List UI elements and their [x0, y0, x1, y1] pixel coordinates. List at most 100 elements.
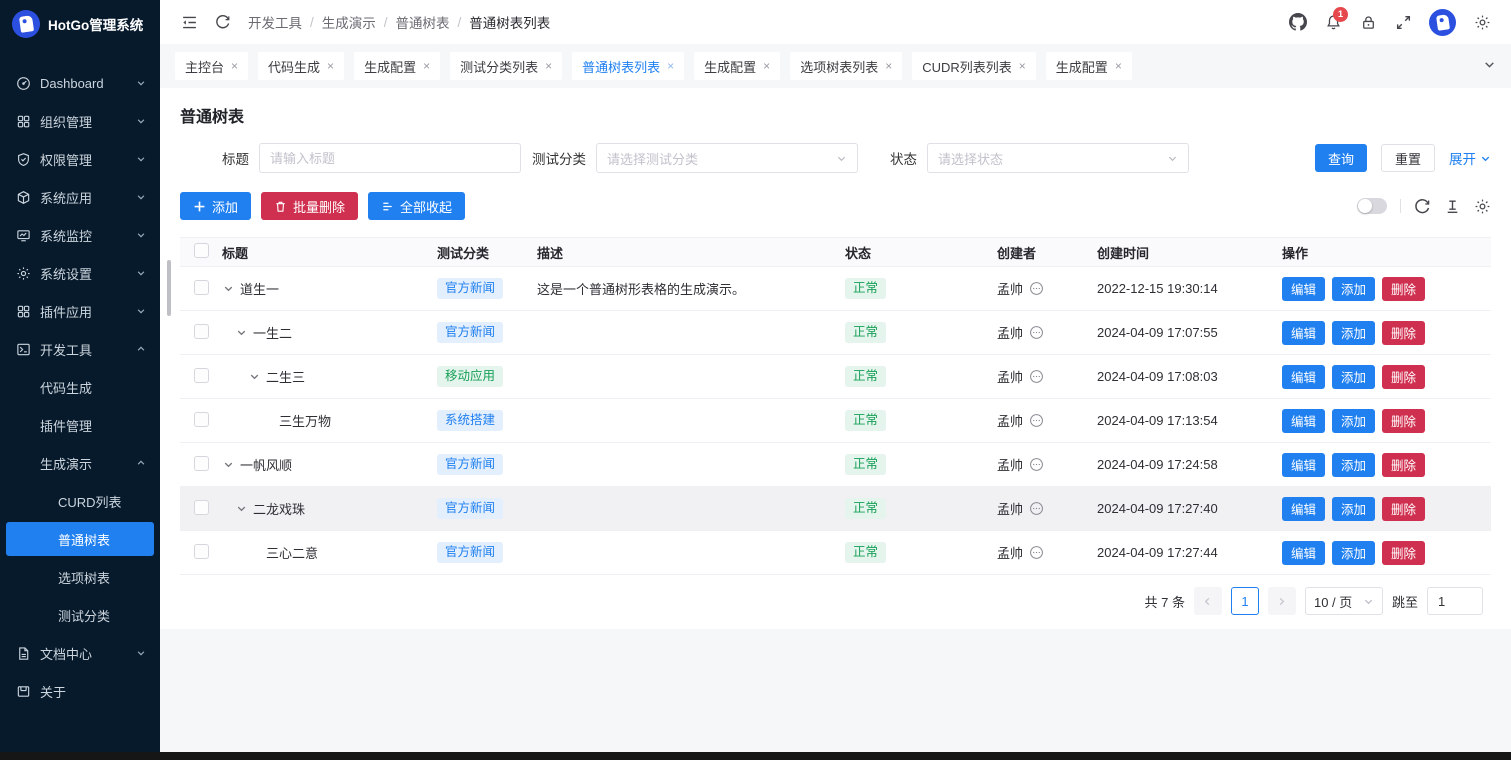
sidebar-item-permission[interactable]: 权限管理 — [0, 140, 160, 178]
tree-expand-chevron-icon[interactable] — [222, 458, 235, 471]
creator-ellipsis-icon[interactable] — [1029, 501, 1044, 516]
tree-expand-chevron-icon[interactable] — [222, 282, 235, 295]
add-child-button[interactable]: 添加 — [1332, 409, 1375, 433]
add-child-button[interactable]: 添加 — [1332, 497, 1375, 521]
close-icon[interactable]: × — [545, 59, 552, 73]
add-child-button[interactable]: 添加 — [1332, 277, 1375, 301]
edit-button[interactable]: 编辑 — [1282, 541, 1325, 565]
delete-button[interactable]: 删除 — [1382, 541, 1425, 565]
tab-option-tree-list[interactable]: 选项树表列表× — [790, 52, 902, 80]
delete-button[interactable]: 删除 — [1382, 409, 1425, 433]
sidebar-item-test-category[interactable]: 测试分类 — [0, 596, 160, 634]
tab-code-gen[interactable]: 代码生成× — [258, 52, 344, 80]
creator-ellipsis-icon[interactable] — [1029, 325, 1044, 340]
sidebar-item-system-app[interactable]: 系统应用 — [0, 178, 160, 216]
tree-expand-chevron-icon[interactable] — [235, 326, 248, 339]
breadcrumb-item[interactable]: 普通树表 — [396, 12, 450, 32]
close-icon[interactable]: × — [327, 59, 334, 73]
title-filter-input[interactable] — [270, 151, 510, 166]
tab-gen-config-1[interactable]: 生成配置× — [354, 52, 440, 80]
user-avatar[interactable] — [1429, 9, 1456, 36]
add-child-button[interactable]: 添加 — [1332, 453, 1375, 477]
column-settings-gear-icon[interactable] — [1474, 198, 1491, 215]
next-page-button[interactable] — [1268, 587, 1296, 615]
delete-button[interactable]: 删除 — [1382, 497, 1425, 521]
creator-ellipsis-icon[interactable] — [1029, 413, 1044, 428]
edit-button[interactable]: 编辑 — [1282, 321, 1325, 345]
row-height-icon[interactable] — [1444, 198, 1461, 215]
jump-to-input[interactable] — [1427, 587, 1483, 615]
close-icon[interactable]: × — [885, 59, 892, 73]
search-button[interactable]: 查询 — [1315, 144, 1367, 172]
creator-ellipsis-icon[interactable] — [1029, 545, 1044, 560]
sidebar-item-settings[interactable]: 系统设置 — [0, 254, 160, 292]
select-all-checkbox[interactable] — [194, 243, 209, 258]
row-checkbox[interactable] — [194, 544, 209, 559]
breadcrumb-item[interactable]: 生成演示 — [322, 12, 376, 32]
row-checkbox[interactable] — [194, 368, 209, 383]
sidebar-item-tree-table[interactable]: 普通树表 — [6, 522, 154, 556]
close-icon[interactable]: × — [231, 59, 238, 73]
close-icon[interactable]: × — [1019, 59, 1026, 73]
add-child-button[interactable]: 添加 — [1332, 365, 1375, 389]
notifications-bell-icon[interactable]: 1 — [1324, 13, 1342, 31]
close-icon[interactable]: × — [423, 59, 430, 73]
lock-icon[interactable] — [1359, 13, 1377, 31]
delete-button[interactable]: 删除 — [1382, 277, 1425, 301]
tab-options-chevron-icon[interactable] — [1483, 58, 1496, 74]
prev-page-button[interactable] — [1194, 587, 1222, 615]
row-checkbox[interactable] — [194, 412, 209, 427]
sidebar-item-devtools[interactable]: 开发工具 — [0, 330, 160, 368]
creator-ellipsis-icon[interactable] — [1029, 457, 1044, 472]
sidebar-item-plugins[interactable]: 插件应用 — [0, 292, 160, 330]
category-filter-select[interactable]: 请选择测试分类 — [596, 143, 858, 173]
tab-tree-table-list[interactable]: 普通树表列表× — [572, 52, 684, 80]
settings-gear-icon[interactable] — [1473, 13, 1491, 31]
edit-button[interactable]: 编辑 — [1282, 453, 1325, 477]
row-checkbox[interactable] — [194, 280, 209, 295]
page-number-button[interactable]: 1 — [1231, 587, 1259, 615]
sidebar-item-plugin-manage[interactable]: 插件管理 — [0, 406, 160, 444]
creator-ellipsis-icon[interactable] — [1029, 369, 1044, 384]
delete-button[interactable]: 删除 — [1382, 453, 1425, 477]
sidebar-item-dashboard[interactable]: Dashboard — [0, 64, 160, 102]
close-icon[interactable]: × — [667, 59, 674, 73]
row-checkbox[interactable] — [194, 456, 209, 471]
edit-button[interactable]: 编辑 — [1282, 497, 1325, 521]
batch-delete-button[interactable]: 批量删除 — [261, 192, 358, 220]
sidebar-item-option-tree[interactable]: 选项树表 — [0, 558, 160, 596]
sidebar-item-docs[interactable]: 文档中心 — [0, 634, 160, 672]
add-child-button[interactable]: 添加 — [1332, 541, 1375, 565]
close-icon[interactable]: × — [1115, 59, 1122, 73]
close-icon[interactable]: × — [763, 59, 770, 73]
sidebar-item-gen-demo[interactable]: 生成演示 — [0, 444, 160, 482]
reload-table-icon[interactable] — [1414, 198, 1431, 215]
tree-expand-chevron-icon[interactable] — [235, 502, 248, 515]
breadcrumb-item[interactable]: 开发工具 — [248, 12, 302, 32]
add-child-button[interactable]: 添加 — [1332, 321, 1375, 345]
app-logo[interactable]: HotGo管理系统 — [0, 2, 160, 46]
fullscreen-icon[interactable] — [1394, 13, 1412, 31]
sidebar-item-monitor[interactable]: 系统监控 — [0, 216, 160, 254]
striped-toggle[interactable] — [1357, 198, 1387, 214]
tree-expand-chevron-icon[interactable] — [248, 370, 261, 383]
status-filter-select[interactable]: 请选择状态 — [927, 143, 1189, 173]
github-icon[interactable] — [1289, 13, 1307, 31]
sidebar-item-about[interactable]: 关于 — [0, 672, 160, 710]
add-button[interactable]: 添加 — [180, 192, 251, 220]
edit-button[interactable]: 编辑 — [1282, 277, 1325, 301]
edit-button[interactable]: 编辑 — [1282, 365, 1325, 389]
tab-cudr-list[interactable]: CUDR列表列表× — [912, 52, 1036, 80]
tab-test-category-list[interactable]: 测试分类列表× — [450, 52, 562, 80]
sidebar-item-code-gen[interactable]: 代码生成 — [0, 368, 160, 406]
scrollbar-thumb[interactable] — [167, 260, 171, 316]
edit-button[interactable]: 编辑 — [1282, 409, 1325, 433]
tab-console[interactable]: 主控台× — [175, 52, 248, 80]
collapse-all-button[interactable]: 全部收起 — [368, 192, 465, 220]
refresh-icon[interactable] — [214, 13, 232, 31]
delete-button[interactable]: 删除 — [1382, 365, 1425, 389]
collapse-sidebar-icon[interactable] — [180, 13, 198, 31]
row-checkbox[interactable] — [194, 500, 209, 515]
reset-button[interactable]: 重置 — [1381, 144, 1435, 172]
page-size-select[interactable]: 10 / 页 — [1305, 587, 1383, 615]
